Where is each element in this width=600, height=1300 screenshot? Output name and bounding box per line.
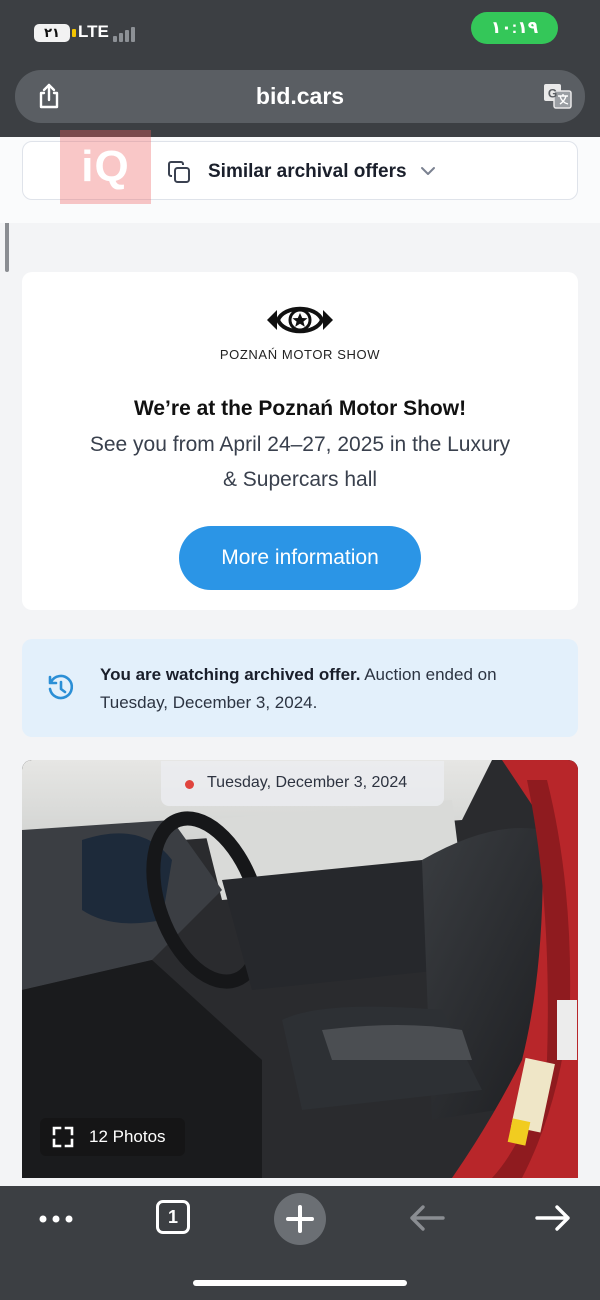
motor-show-subtitle: See you from April 24–27, 2025 in the Lu… bbox=[89, 433, 511, 491]
history-icon bbox=[48, 674, 74, 700]
status-dot bbox=[185, 780, 194, 789]
car-interior-image bbox=[22, 760, 578, 1178]
copy-icon bbox=[168, 161, 190, 183]
clock: ١٠:١٩ bbox=[471, 12, 558, 44]
signal-icon bbox=[113, 26, 139, 42]
new-tab-button[interactable] bbox=[274, 1193, 326, 1245]
similar-offers-label: Similar archival offers bbox=[208, 161, 407, 182]
address-bar[interactable]: bid.cars G bbox=[15, 70, 585, 123]
status-bar: ٢١ LTE ١٠:١٩ bbox=[0, 0, 600, 64]
motor-show-title: We’re at the Poznań Motor Show! bbox=[133, 397, 467, 420]
url-text[interactable]: bid.cars bbox=[15, 83, 585, 110]
home-indicator[interactable] bbox=[193, 1280, 407, 1286]
browser-chrome: ٢١ LTE ١٠:١٩ bid.cars G bbox=[0, 0, 600, 137]
network-label: LTE bbox=[78, 22, 109, 41]
archived-notice: You are watching archived offer. Auction… bbox=[22, 639, 578, 737]
car-photo[interactable]: Tuesday, December 3, 2024 12 Photos bbox=[22, 760, 578, 1178]
tabs-button[interactable]: 1 bbox=[153, 1196, 193, 1240]
chevron-down-icon bbox=[421, 167, 435, 175]
archived-notice-bold: You are watching archived offer. bbox=[100, 665, 361, 684]
auction-date: Tuesday, December 3, 2024 bbox=[207, 774, 408, 791]
watermark-logo: iQ bbox=[60, 130, 151, 204]
translate-icon[interactable]: G bbox=[543, 81, 573, 111]
plus-icon bbox=[286, 1205, 314, 1233]
back-arrow-icon[interactable] bbox=[407, 1196, 447, 1240]
photos-count-button[interactable]: 12 Photos bbox=[40, 1118, 185, 1156]
motor-show-card: POZNAŃ MOTOR SHOW We’re at the Poznań Mo… bbox=[22, 272, 578, 610]
tabs-icon: 1 bbox=[156, 1200, 190, 1234]
svg-text:G: G bbox=[548, 87, 557, 101]
photos-count-label: 12 Photos bbox=[89, 1127, 166, 1146]
archived-notice-text: You are watching archived offer. Auction… bbox=[100, 661, 530, 717]
expand-icon bbox=[52, 1126, 74, 1148]
sim-badge: ٢١ bbox=[34, 24, 76, 42]
auction-date-badge: Tuesday, December 3, 2024 bbox=[161, 761, 444, 806]
more-icon[interactable] bbox=[37, 1196, 75, 1240]
motor-show-logo-text: POZNAŃ MOTOR SHOW bbox=[219, 347, 381, 362]
forward-arrow-icon[interactable] bbox=[533, 1196, 573, 1240]
more-information-button[interactable]: More information bbox=[179, 526, 421, 590]
poznan-logo-icon bbox=[267, 306, 333, 334]
